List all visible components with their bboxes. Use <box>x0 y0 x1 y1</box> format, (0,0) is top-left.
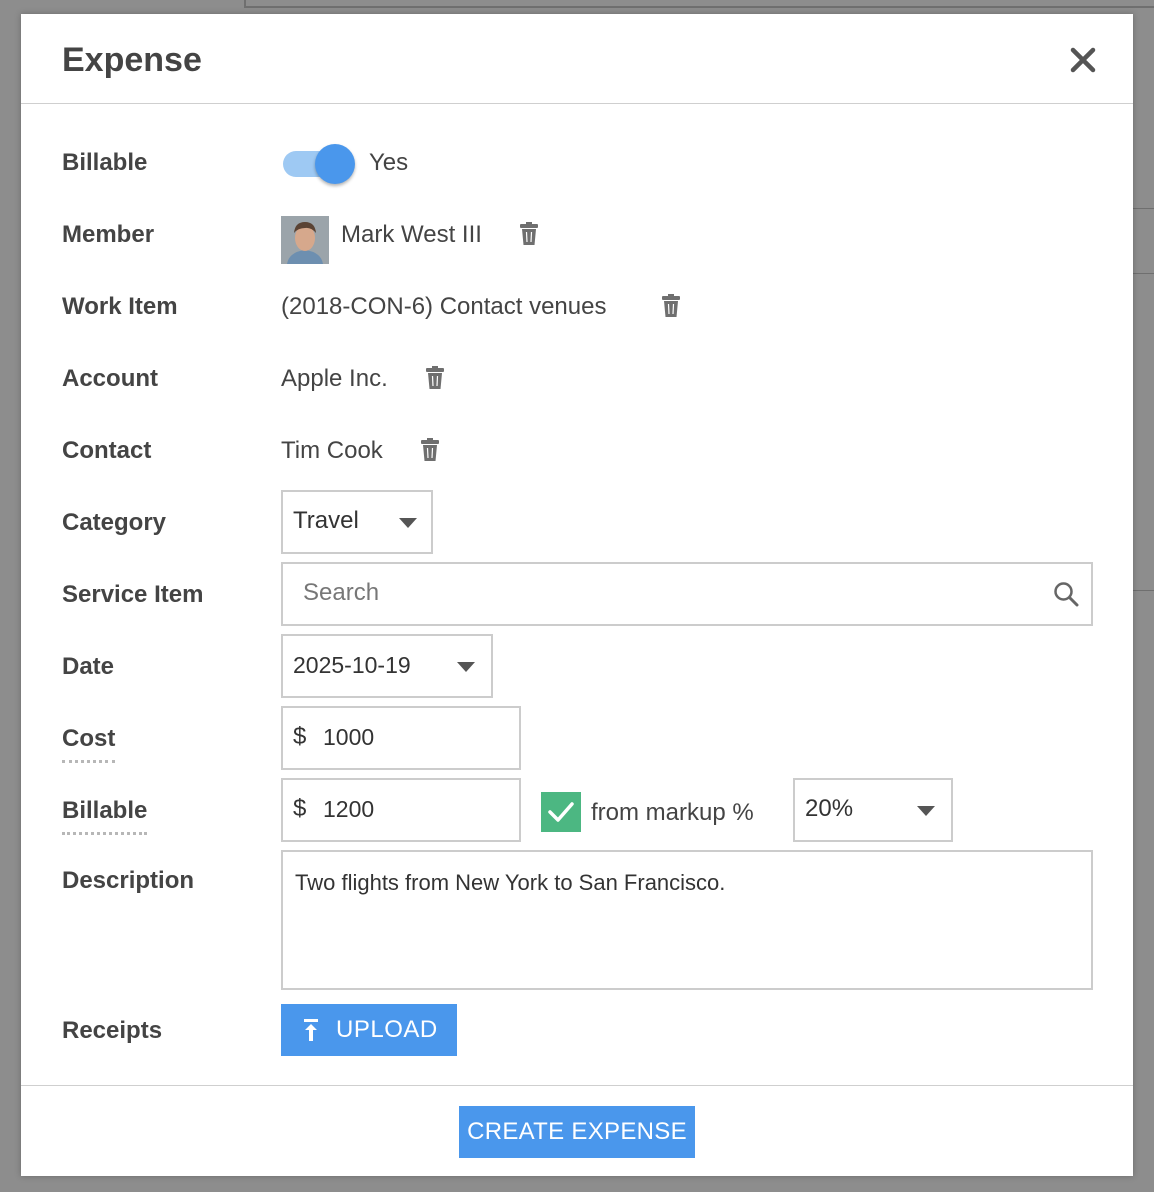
member-label: Member <box>62 221 155 248</box>
markup-percent-value: 20% <box>805 795 854 822</box>
toggle-knob <box>315 144 355 184</box>
upload-button-label: UPLOAD <box>336 1016 438 1043</box>
service-item-label: Service Item <box>62 581 204 608</box>
billable-amount-input[interactable] <box>323 792 503 826</box>
background-divider <box>1133 273 1154 274</box>
service-item-search-input[interactable] <box>303 576 1043 610</box>
chevron-down-icon <box>917 806 935 816</box>
trash-icon <box>662 294 680 317</box>
member-name: Mark West III <box>341 221 482 248</box>
date-picker[interactable]: 2025-10-19 <box>281 634 493 698</box>
trash-icon <box>520 222 538 245</box>
footer-divider <box>21 1085 1133 1086</box>
date-label: Date <box>62 653 115 680</box>
work-item-value: (2018-CON-6) Contact venues <box>281 293 607 320</box>
category-select[interactable]: Travel <box>281 490 433 554</box>
create-expense-label: CREATE EXPENSE <box>467 1118 687 1145</box>
billable-toggle-value: Yes <box>369 149 409 176</box>
billable-currency-symbol: $ <box>293 795 307 822</box>
receipts-label: Receipts <box>62 1017 163 1044</box>
date-value: 2025-10-19 <box>293 652 411 678</box>
description-label: Description <box>62 867 195 894</box>
billable-amount-label: Billable <box>62 796 148 835</box>
create-expense-button[interactable]: CREATE EXPENSE <box>459 1106 695 1158</box>
contact-label: Contact <box>62 437 152 464</box>
background-divider <box>1133 208 1154 209</box>
category-selected-value: Travel <box>293 507 359 534</box>
cost-currency-symbol: $ <box>293 723 307 750</box>
account-value: Apple Inc. <box>281 365 388 392</box>
trash-icon <box>421 438 439 461</box>
service-item-search <box>281 562 1093 626</box>
remove-contact-button[interactable] <box>420 438 440 462</box>
trash-icon <box>426 366 444 389</box>
markup-label: from markup % <box>591 799 754 826</box>
billable-amount-field: $ <box>281 778 521 842</box>
check-icon <box>548 802 574 822</box>
cost-label: Cost <box>62 724 116 763</box>
markup-checkbox[interactable] <box>541 792 581 832</box>
remove-account-button[interactable] <box>425 366 445 390</box>
description-textarea[interactable]: Two flights from New York to San Francis… <box>281 850 1093 990</box>
chevron-down-icon <box>399 518 417 528</box>
modal-title: Expense <box>62 41 202 79</box>
expense-modal: Expense Billable Yes Member Mark West II… <box>21 14 1133 1176</box>
search-icon[interactable] <box>1053 581 1079 607</box>
upload-button[interactable]: UPLOAD <box>281 1004 457 1056</box>
upload-icon <box>304 1019 318 1041</box>
chevron-down-icon <box>457 662 475 672</box>
background-divider <box>1133 590 1154 591</box>
remove-member-button[interactable] <box>519 222 539 246</box>
account-label: Account <box>62 365 158 392</box>
billable-toggle[interactable] <box>283 144 355 184</box>
avatar <box>281 216 329 264</box>
background-divider <box>244 6 1154 8</box>
modal-header: Expense <box>21 14 1133 104</box>
close-icon <box>1070 47 1096 73</box>
cost-field: $ <box>281 706 521 770</box>
work-item-label: Work Item <box>62 293 178 320</box>
close-button[interactable] <box>1063 40 1103 80</box>
remove-work-item-button[interactable] <box>661 294 681 318</box>
billable-toggle-label: Billable <box>62 149 148 176</box>
cost-input[interactable] <box>323 720 503 754</box>
markup-percent-select[interactable]: 20% <box>793 778 953 842</box>
category-label: Category <box>62 509 167 536</box>
contact-value: Tim Cook <box>281 437 383 464</box>
